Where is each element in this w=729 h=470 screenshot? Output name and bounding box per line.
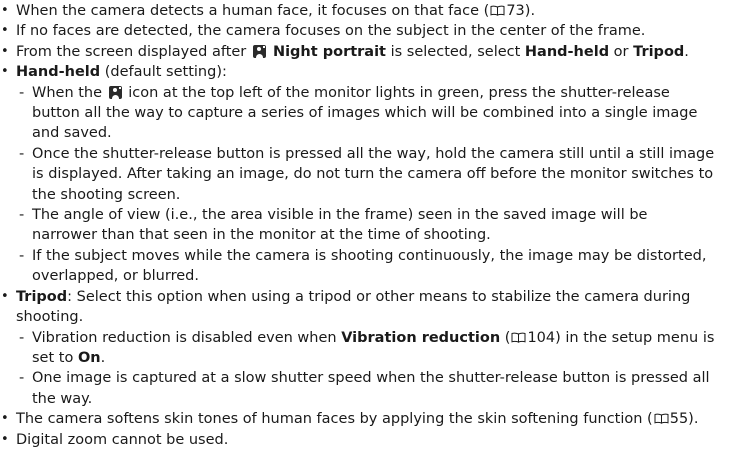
manual-text: When the camera detects a human face, it…: [0, 1, 729, 450]
book-icon: [654, 413, 669, 424]
bold-term: Hand-held: [524, 43, 610, 60]
night-portrait-icon: [252, 44, 266, 58]
text-run: icon at the top left of the monitor ligh…: [32, 84, 698, 142]
bullet-item: When the camera detects a human face, it…: [0, 1, 729, 22]
book-icon: [511, 332, 526, 343]
text-run: If no faces are detected, the camera foc…: [16, 23, 646, 40]
text-run: ).: [688, 411, 699, 428]
bullet-item: Tripod: Select this option when using a …: [0, 287, 729, 328]
text-run: (: [500, 329, 511, 346]
bold-term: Tripod: [16, 288, 68, 305]
text-run: (default setting):: [100, 64, 227, 81]
page-reference: 104: [510, 330, 555, 346]
page-reference: 55: [653, 411, 688, 427]
text-run: .: [100, 349, 106, 366]
page-number: 55: [669, 411, 689, 428]
text-run: .: [684, 43, 689, 60]
text-run: The angle of view (i.e., the area visibl…: [32, 207, 648, 244]
text-run: From the screen displayed after: [16, 43, 251, 60]
bold-term: Hand-held: [16, 64, 101, 81]
sub-bullet-item: Vibration reduction is disabled even whe…: [0, 328, 729, 369]
sub-bullet-item: One image is captured at a slow shutter …: [0, 368, 729, 409]
page-number: 104: [527, 329, 556, 346]
bold-term: Vibration reduction: [341, 329, 501, 346]
sub-bullet-item: If the subject moves while the camera is…: [0, 246, 729, 287]
text-run: is selected, select: [386, 43, 525, 60]
page-number: 73: [506, 3, 525, 19]
text-run: When the camera detects a human face, it…: [16, 3, 490, 19]
text-run: Once the shutter-release button is press…: [32, 145, 715, 203]
page-reference: 73: [489, 3, 525, 19]
text-run: Vibration reduction is disabled even whe…: [32, 329, 342, 346]
book-icon: [490, 5, 505, 16]
sub-bullet-item: Once the shutter-release button is press…: [0, 144, 729, 205]
sub-bullet-item: The angle of view (i.e., the area visibl…: [0, 205, 729, 246]
bullet-item: Hand-held (default setting):: [0, 62, 729, 83]
text-run: ).: [524, 3, 536, 19]
text-run: When the: [32, 84, 107, 101]
night-portrait-icon: [108, 85, 122, 99]
bullet-item: From the screen displayed after Night po…: [0, 42, 729, 63]
text-run: : Select this option when using a tripod…: [16, 288, 691, 326]
text-run: If the subject moves while the camera is…: [32, 247, 707, 285]
bullet-item: The camera softens skin tones of human f…: [0, 409, 729, 430]
bold-term: On: [77, 349, 101, 366]
bullet-item: If no faces are detected, the camera foc…: [0, 21, 729, 42]
text-run: Digital zoom cannot be used.: [16, 431, 229, 448]
text-run: or: [609, 43, 634, 60]
bold-term: Night portrait: [267, 43, 386, 60]
text-run: The camera softens skin tones of human f…: [16, 411, 653, 428]
sub-bullet-item: When the icon at the top left of the mon…: [0, 83, 729, 144]
bold-term: Tripod: [633, 43, 685, 60]
bullet-item: Digital zoom cannot be used.: [0, 430, 729, 451]
text-run: One image is captured at a slow shutter …: [32, 370, 710, 407]
